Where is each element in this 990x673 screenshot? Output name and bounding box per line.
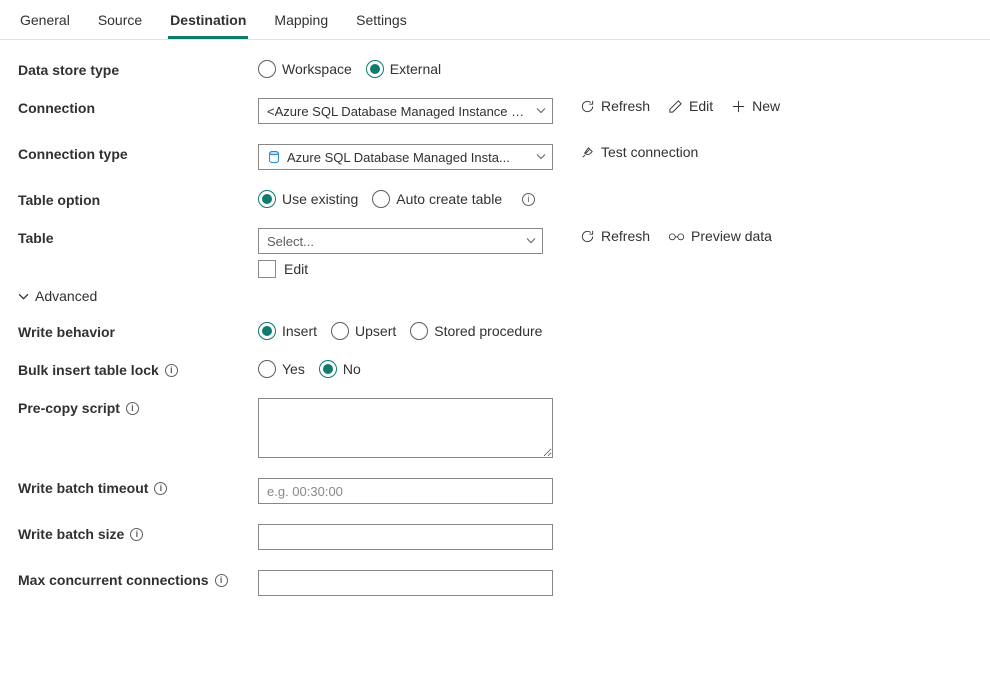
- info-icon[interactable]: i: [126, 402, 139, 415]
- chevron-down-icon: [536, 104, 546, 119]
- radio-circle-icon: [331, 322, 349, 340]
- radio-stored-procedure-label: Stored procedure: [434, 323, 542, 339]
- chevron-down-icon: [18, 291, 29, 302]
- radio-circle-icon: [258, 190, 276, 208]
- radio-workspace-label: Workspace: [282, 61, 352, 77]
- radio-auto-create[interactable]: Auto create table: [372, 190, 502, 208]
- radio-external-label: External: [390, 61, 441, 77]
- radio-bulklock-yes[interactable]: Yes: [258, 360, 305, 378]
- chevron-down-icon: [536, 150, 546, 165]
- refresh-icon: [580, 229, 595, 244]
- advanced-section-toggle[interactable]: Advanced: [18, 288, 97, 304]
- tab-general[interactable]: General: [18, 8, 72, 39]
- table-placeholder: Select...: [267, 234, 520, 249]
- info-icon[interactable]: i: [165, 364, 178, 377]
- info-icon[interactable]: i: [215, 574, 228, 587]
- edit-connection-button[interactable]: Edit: [668, 98, 713, 114]
- write-batch-size-input[interactable]: [258, 524, 553, 550]
- label-data-store-type: Data store type: [18, 60, 258, 78]
- radio-auto-create-label: Auto create table: [396, 191, 502, 207]
- radio-upsert[interactable]: Upsert: [331, 322, 396, 340]
- test-connection-label: Test connection: [601, 144, 698, 160]
- preview-data-button[interactable]: Preview data: [668, 228, 772, 244]
- label-max-concurrent: Max concurrent connections i: [18, 570, 258, 588]
- radio-insert[interactable]: Insert: [258, 322, 317, 340]
- radio-insert-label: Insert: [282, 323, 317, 339]
- new-connection-label: New: [752, 98, 780, 114]
- preview-data-label: Preview data: [691, 228, 772, 244]
- table-dropdown[interactable]: Select...: [258, 228, 543, 254]
- label-table-option: Table option: [18, 190, 258, 208]
- connection-value: <Azure SQL Database Managed Instance con…: [267, 104, 530, 119]
- refresh-table-label: Refresh: [601, 228, 650, 244]
- refresh-connection-label: Refresh: [601, 98, 650, 114]
- tab-mapping[interactable]: Mapping: [272, 8, 330, 39]
- radio-workspace[interactable]: Workspace: [258, 60, 352, 78]
- label-connection-type: Connection type: [18, 144, 258, 162]
- radio-use-existing-label: Use existing: [282, 191, 358, 207]
- label-bulk-insert-lock: Bulk insert table lock i: [18, 360, 258, 378]
- radio-bulklock-no[interactable]: No: [319, 360, 361, 378]
- connection-dropdown[interactable]: <Azure SQL Database Managed Instance con…: [258, 98, 553, 124]
- radio-circle-icon: [319, 360, 337, 378]
- radio-bulklock-yes-label: Yes: [282, 361, 305, 377]
- radio-circle-icon: [258, 360, 276, 378]
- refresh-table-button[interactable]: Refresh: [580, 228, 650, 244]
- test-connection-button[interactable]: Test connection: [580, 144, 698, 160]
- tab-source[interactable]: Source: [96, 8, 144, 39]
- plug-icon: [580, 145, 595, 160]
- label-table: Table: [18, 228, 258, 246]
- pre-copy-script-input[interactable]: [258, 398, 553, 458]
- max-concurrent-input[interactable]: [258, 570, 553, 596]
- table-edit-label: Edit: [284, 261, 308, 277]
- tab-settings[interactable]: Settings: [354, 8, 409, 39]
- table-edit-checkbox[interactable]: [258, 260, 276, 278]
- info-icon[interactable]: i: [130, 528, 143, 541]
- radio-circle-icon: [258, 322, 276, 340]
- tab-strip: General Source Destination Mapping Setti…: [0, 0, 990, 40]
- database-icon: [267, 150, 281, 164]
- radio-stored-procedure[interactable]: Stored procedure: [410, 322, 542, 340]
- plus-icon: [731, 99, 746, 114]
- tab-destination[interactable]: Destination: [168, 8, 248, 39]
- label-write-batch-size: Write batch size i: [18, 524, 258, 542]
- radio-circle-icon: [258, 60, 276, 78]
- edit-connection-label: Edit: [689, 98, 713, 114]
- refresh-connection-button[interactable]: Refresh: [580, 98, 650, 114]
- refresh-icon: [580, 99, 595, 114]
- label-connection: Connection: [18, 98, 258, 116]
- new-connection-button[interactable]: New: [731, 98, 780, 114]
- chevron-down-icon: [526, 234, 536, 249]
- write-batch-timeout-input[interactable]: [258, 478, 553, 504]
- label-write-behavior: Write behavior: [18, 322, 258, 340]
- connection-type-value: Azure SQL Database Managed Insta...: [287, 150, 530, 165]
- advanced-label: Advanced: [35, 288, 97, 304]
- connection-type-dropdown[interactable]: Azure SQL Database Managed Insta...: [258, 144, 553, 170]
- label-write-batch-timeout: Write batch timeout i: [18, 478, 258, 496]
- radio-upsert-label: Upsert: [355, 323, 396, 339]
- info-icon[interactable]: i: [154, 482, 167, 495]
- radio-external[interactable]: External: [366, 60, 441, 78]
- radio-circle-icon: [372, 190, 390, 208]
- radio-bulklock-no-label: No: [343, 361, 361, 377]
- radio-use-existing[interactable]: Use existing: [258, 190, 358, 208]
- label-pre-copy-script: Pre-copy script i: [18, 398, 258, 416]
- destination-form: Data store type Workspace External Conne…: [0, 40, 990, 636]
- radio-circle-icon: [410, 322, 428, 340]
- info-icon[interactable]: i: [522, 193, 535, 206]
- radio-circle-icon: [366, 60, 384, 78]
- pencil-icon: [668, 99, 683, 114]
- glasses-icon: [668, 230, 685, 242]
